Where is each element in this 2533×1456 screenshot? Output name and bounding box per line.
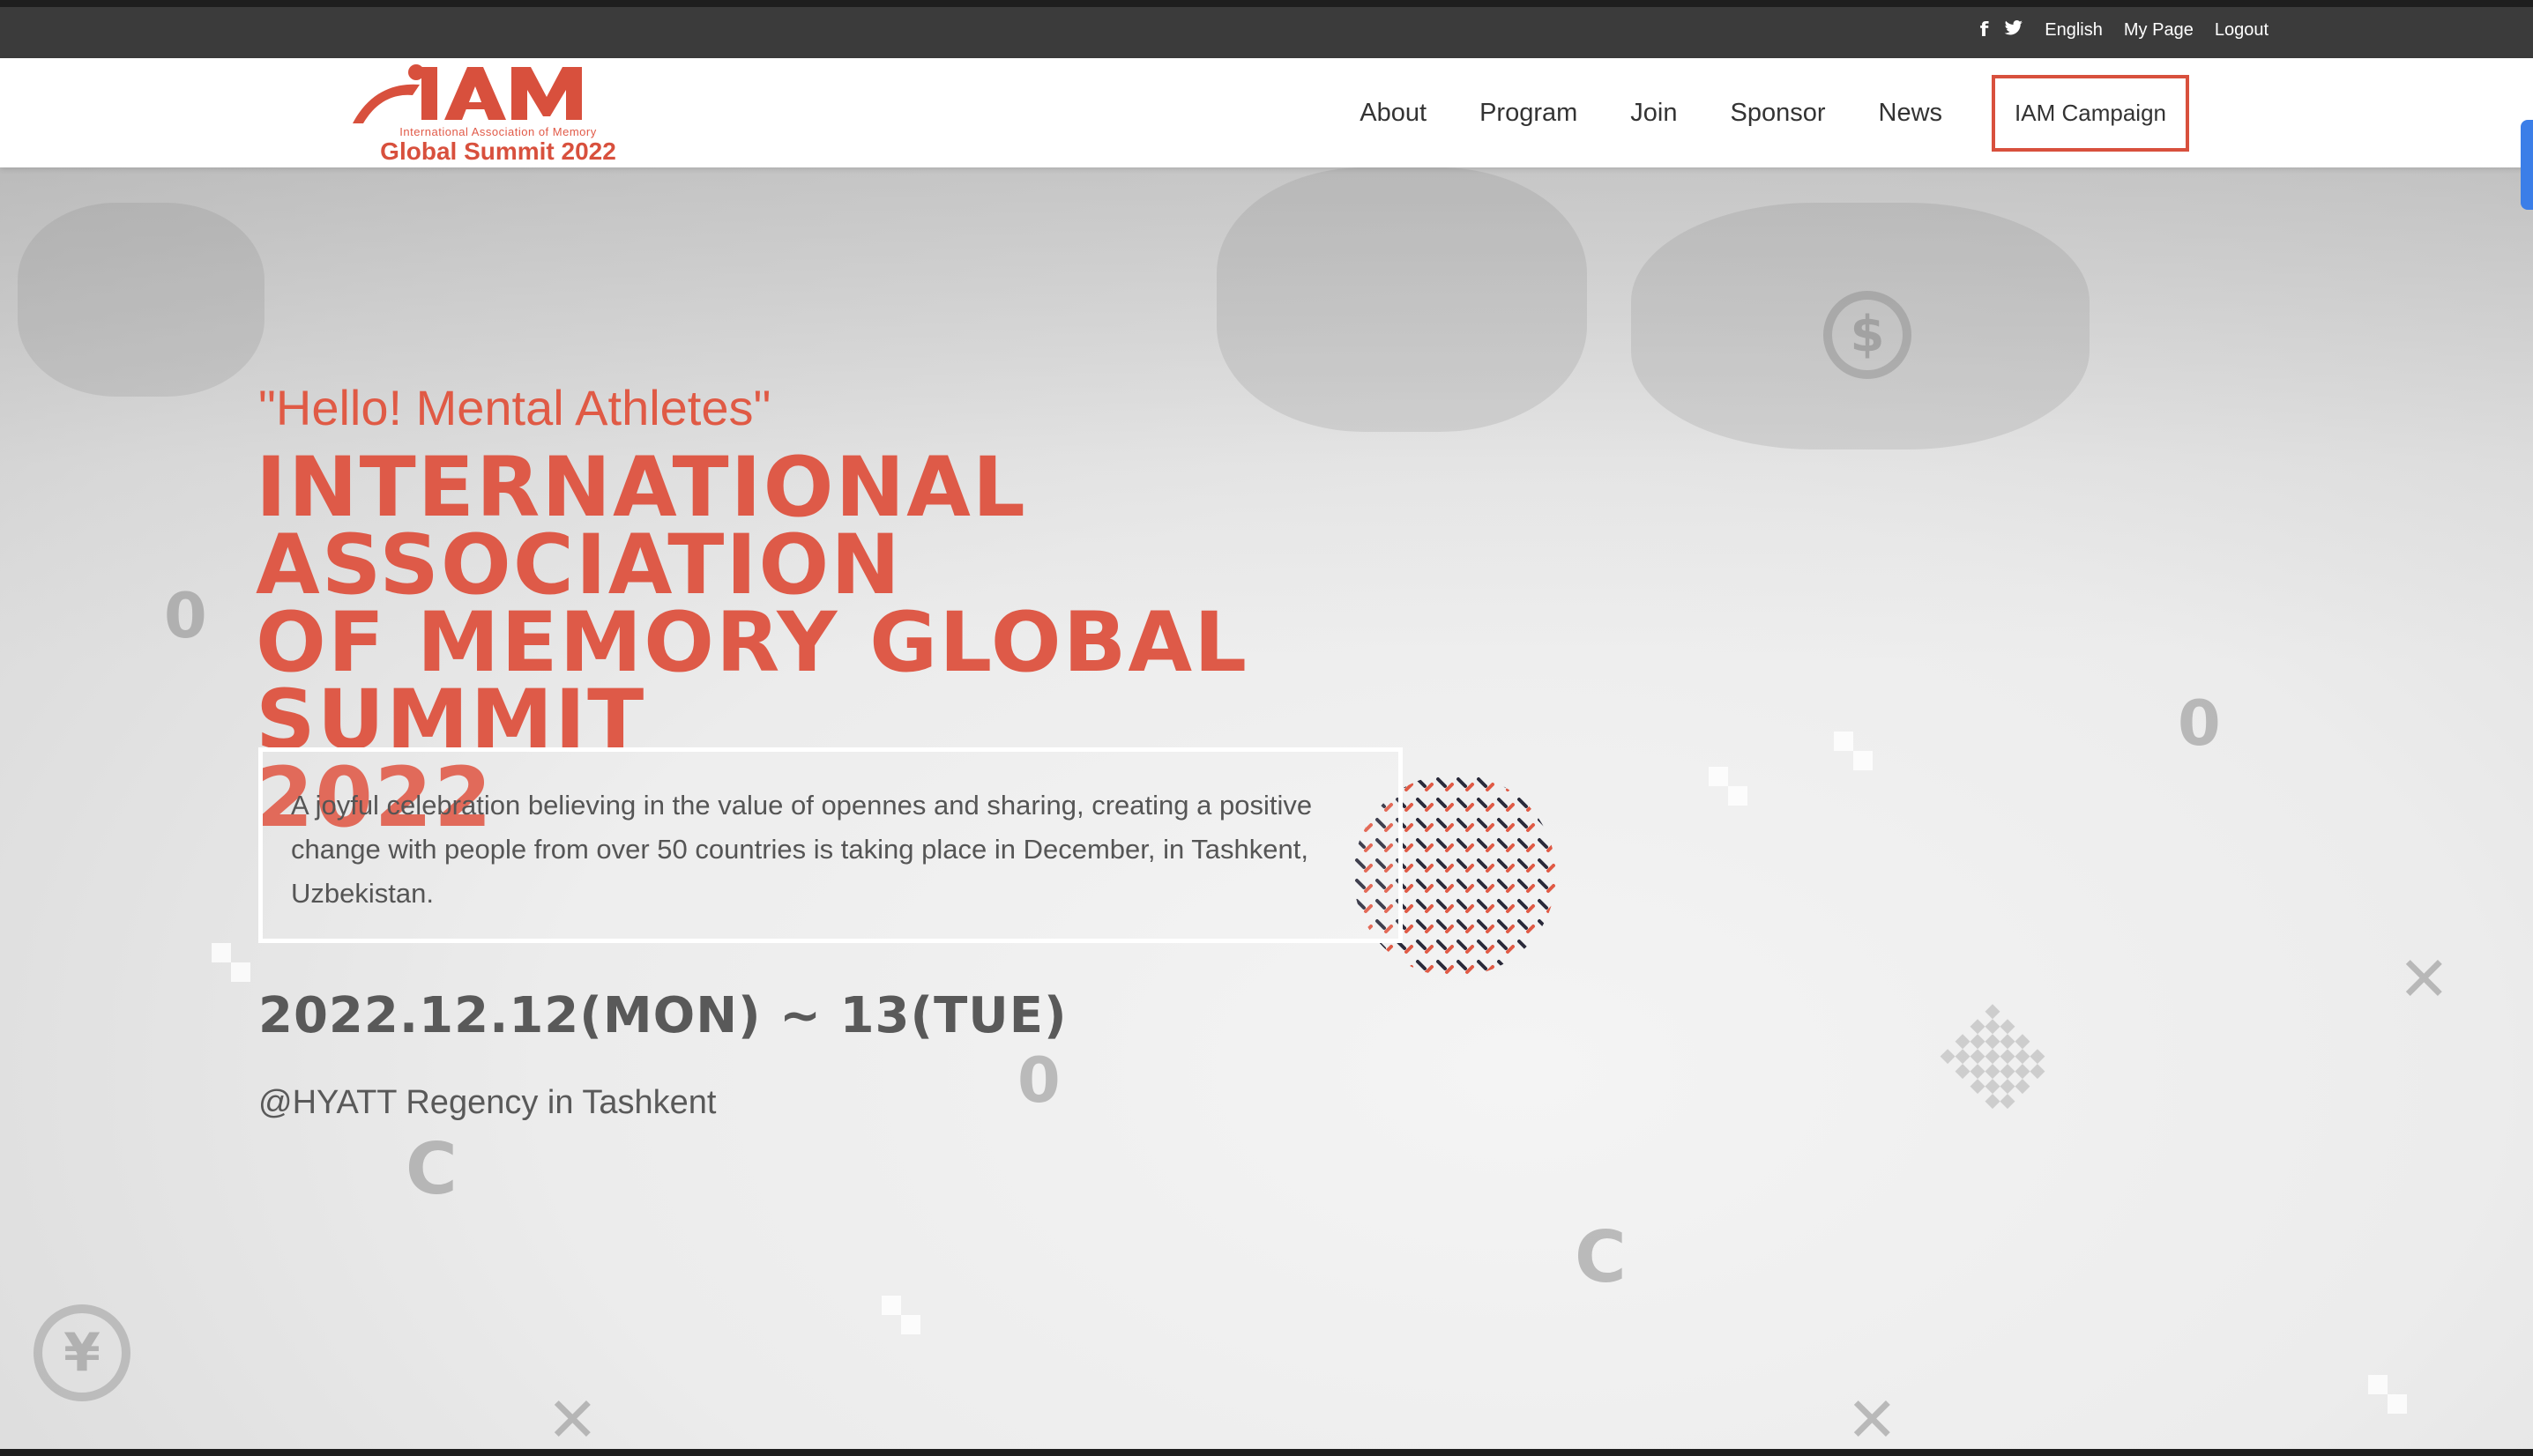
logo-subtitle: International Association of Memory [399, 125, 597, 138]
cross-glyph-icon: ✕ [2398, 943, 2450, 1015]
twitter-icon[interactable] [2004, 19, 2023, 41]
logo-event-name: Global Summit 2022 [380, 137, 616, 165]
yen-coin-icon: ¥ [34, 1304, 130, 1401]
pixel-decor [882, 1296, 901, 1315]
pixel-decor [1728, 786, 1747, 806]
background-shape [18, 203, 264, 397]
bottom-edge [0, 1449, 2533, 1456]
background-shape [1217, 167, 1587, 432]
description-box: A joyful celebration believing in the va… [258, 747, 1403, 943]
logout-link[interactable]: Logout [2215, 20, 2269, 41]
pixel-decor [212, 943, 231, 962]
zero-glyph-icon: 0 [164, 580, 207, 652]
nav-join[interactable]: Join [1630, 99, 1677, 128]
zero-glyph-icon: 0 [1017, 1044, 1061, 1117]
pixel-decor [2388, 1394, 2407, 1414]
c-glyph-icon: C [406, 1128, 458, 1210]
zero-glyph-icon: 0 [2178, 687, 2221, 760]
pixel-decor [901, 1315, 920, 1334]
side-scroll-tab[interactable] [2521, 120, 2533, 210]
pixel-decor [1709, 767, 1728, 786]
nav-program[interactable]: Program [1479, 99, 1577, 128]
hero-title-line-2: OF MEMORY GLOBAL SUMMIT [256, 595, 1248, 769]
hero-tagline: "Hello! Mental Athletes" [258, 380, 771, 435]
my-page-link[interactable]: My Page [2124, 20, 2194, 41]
language-link[interactable]: English [2045, 20, 2103, 41]
pixel-decor [1834, 732, 1853, 751]
checker-diamond-icon [1940, 1004, 2045, 1110]
iam-campaign-button[interactable]: IAM Campaign [1992, 74, 2189, 152]
cross-glyph-icon: ✕ [547, 1384, 599, 1456]
site-logo[interactable]: International Association of Memory Glob… [335, 63, 670, 165]
utility-links: f English My Page Logout [1980, 19, 2269, 41]
social-links: f [1980, 19, 2024, 41]
pixel-decor [231, 962, 250, 982]
pixel-decor [1853, 751, 1873, 770]
event-venue: @HYATT Regency in Tashkent [258, 1084, 717, 1121]
top-utility-bar: f English My Page Logout [0, 0, 2533, 58]
nav-news[interactable]: News [1879, 99, 1943, 128]
c-glyph-icon: C [1575, 1216, 1627, 1298]
dollar-coin-icon: $ [1823, 291, 1911, 379]
main-header: International Association of Memory Glob… [0, 58, 2533, 167]
pixel-decor [2368, 1375, 2388, 1394]
main-nav: About Program Join Sponsor News IAM Camp… [1360, 58, 2533, 167]
cross-glyph-icon: ✕ [1846, 1384, 1898, 1456]
event-date: 2022.12.12(MON) ~ 13(TUE) [258, 987, 1068, 1044]
hero-description: A joyful celebration believing in the va… [291, 790, 1313, 909]
hero-title-line-1: INTERNATIONAL ASSOCIATION [256, 440, 1027, 613]
nav-sponsor[interactable]: Sponsor [1731, 99, 1826, 128]
facebook-icon[interactable]: f [1980, 19, 1989, 41]
nav-about[interactable]: About [1360, 99, 1427, 128]
hero-section: $ ¥ 0 0 0 C C ✕ ✕ ✕ "Hello! Mental Athle… [0, 167, 2533, 1456]
